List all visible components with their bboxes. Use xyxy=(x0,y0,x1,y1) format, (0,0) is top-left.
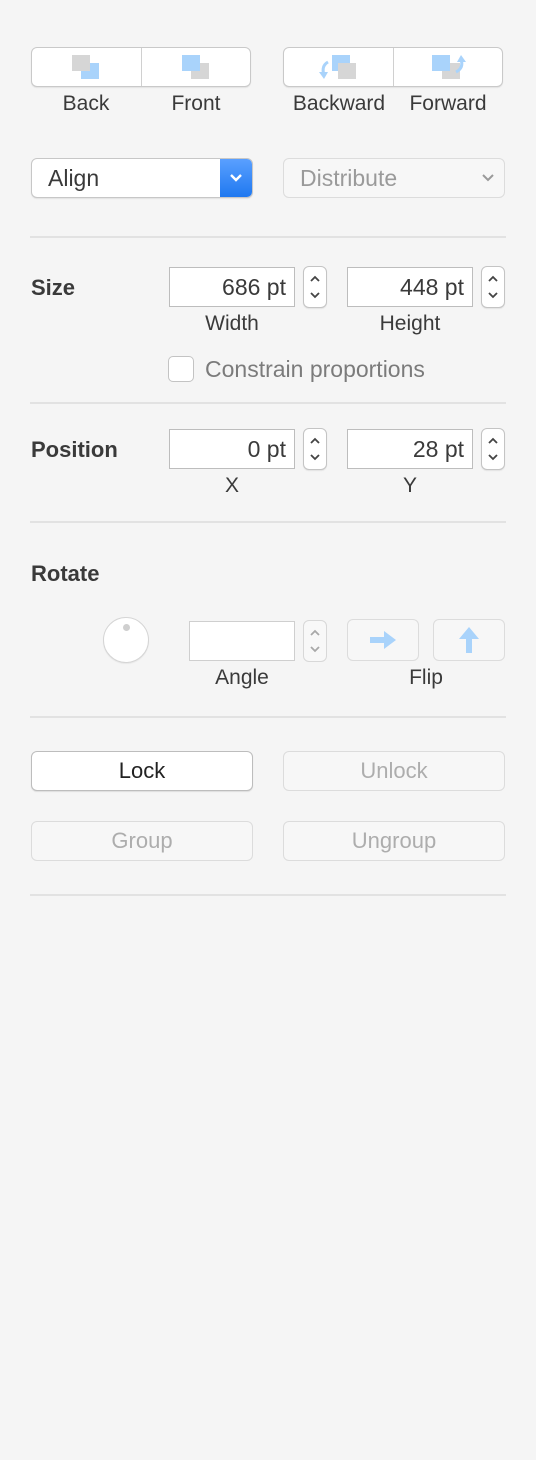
chevron-down-icon xyxy=(488,292,498,299)
front-label: Front xyxy=(171,92,221,115)
y-field[interactable]: 28 pt xyxy=(347,429,473,469)
flip-horizontal-button[interactable] xyxy=(347,619,419,661)
y-stepper[interactable] xyxy=(481,428,505,470)
width-stepper[interactable] xyxy=(303,266,327,308)
constrain-proportions-label[interactable]: Constrain proportions xyxy=(205,356,425,383)
constrain-proportions-checkbox[interactable] xyxy=(168,356,194,382)
forward-button[interactable] xyxy=(392,48,503,86)
rotation-dial[interactable] xyxy=(103,617,149,663)
back-front-segmented-control xyxy=(31,47,251,87)
height-field[interactable]: 448 pt xyxy=(347,267,473,307)
flip-vertical-button[interactable] xyxy=(433,619,505,661)
divider xyxy=(30,716,506,718)
divider xyxy=(30,402,506,404)
angle-stepper[interactable] xyxy=(303,620,327,662)
align-label: Align xyxy=(48,164,100,191)
position-title: Position xyxy=(31,437,118,462)
chevron-down-icon xyxy=(310,454,320,461)
rotate-title: Rotate xyxy=(31,561,100,586)
chevron-up-icon xyxy=(310,437,320,444)
divider xyxy=(30,521,506,523)
distribute-label: Distribute xyxy=(300,164,398,191)
flip-label: Flip xyxy=(409,666,443,689)
back-button[interactable] xyxy=(32,48,141,86)
arrow-right-icon xyxy=(370,631,396,649)
chevron-down-icon xyxy=(310,646,320,653)
bring-to-front-icon xyxy=(181,55,209,79)
back-label: Back xyxy=(62,92,110,115)
distribute-popup-button[interactable]: Distribute xyxy=(283,158,505,198)
x-field[interactable]: 0 pt xyxy=(169,429,295,469)
bring-forward-icon xyxy=(431,55,466,79)
chevron-up-icon xyxy=(488,275,498,282)
send-to-back-icon xyxy=(72,55,100,79)
forward-label: Forward xyxy=(409,92,487,115)
arrow-up-icon xyxy=(459,627,479,653)
lock-button[interactable]: Lock xyxy=(31,751,253,791)
chevron-down-icon xyxy=(488,454,498,461)
chevron-down-icon xyxy=(472,159,504,197)
divider xyxy=(30,236,506,238)
width-field[interactable]: 686 pt xyxy=(169,267,295,307)
chevron-up-icon xyxy=(488,437,498,444)
divider xyxy=(30,894,506,896)
unlock-button[interactable]: Unlock xyxy=(283,751,505,791)
angle-field[interactable] xyxy=(189,621,295,661)
chevron-down-icon xyxy=(220,159,252,197)
send-backward-icon xyxy=(319,55,357,79)
rotation-dial-indicator xyxy=(123,624,130,631)
backward-forward-segmented-control xyxy=(283,47,503,87)
x-stepper[interactable] xyxy=(303,428,327,470)
ungroup-button[interactable]: Ungroup xyxy=(283,821,505,861)
group-button[interactable]: Group xyxy=(31,821,253,861)
height-label: Height xyxy=(379,312,441,335)
align-popup-button[interactable]: Align xyxy=(31,158,253,198)
chevron-up-icon xyxy=(310,275,320,282)
angle-label: Angle xyxy=(215,666,269,689)
backward-label: Backward xyxy=(292,92,386,115)
width-label: Width xyxy=(205,312,259,335)
chevron-down-icon xyxy=(310,292,320,299)
front-button[interactable] xyxy=(140,48,251,86)
y-label: Y xyxy=(402,474,417,497)
backward-button[interactable] xyxy=(284,48,393,86)
chevron-up-icon xyxy=(310,629,320,636)
size-title: Size xyxy=(31,275,76,300)
height-stepper[interactable] xyxy=(481,266,505,308)
x-label: X xyxy=(224,474,239,497)
